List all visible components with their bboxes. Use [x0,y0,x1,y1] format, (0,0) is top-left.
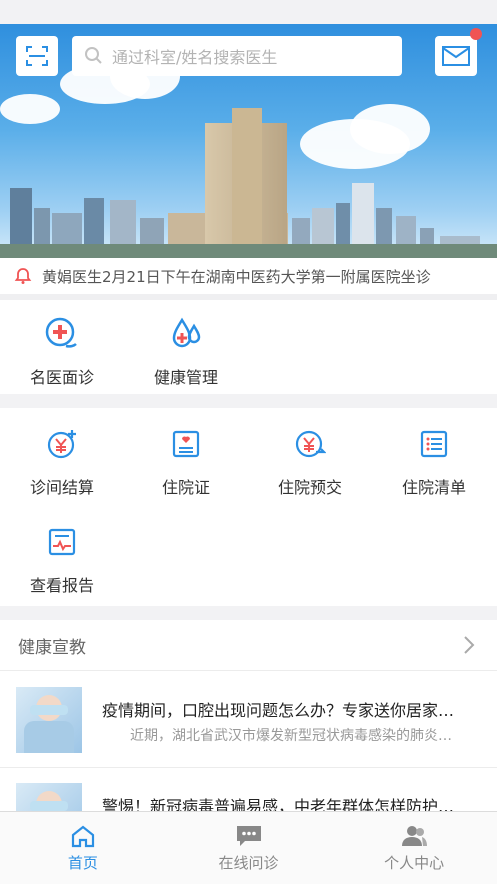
chevron-right-icon [464,636,475,654]
search-placeholder: 通过科室/姓名搜索医生 [112,48,278,67]
hospital-card-icon [172,430,200,458]
service-label: 诊间结算 [29,478,94,497]
notice-text: 黄娟医生2月21日下午在湖南中医药大学第一附属医院坐诊 [42,267,431,286]
service-health-management[interactable]: 健康管理 [124,314,248,388]
yuan-plus-icon [47,430,76,459]
service-view-report[interactable]: 查看报告 [0,522,124,596]
tab-personal-center[interactable]: 个人中心 [331,812,497,884]
search-input[interactable]: 通过科室/姓名搜索医生 [72,36,402,76]
chat-icon [236,825,261,846]
section-title: 健康宣教 [18,637,86,658]
health-drops-icon [172,317,201,348]
yuan-transfer-icon [295,430,326,458]
tab-label: 首页 [67,853,98,872]
service-hospital-list[interactable]: 住院清单 [372,424,496,498]
service-hospital-prepay[interactable]: 住院预交 [248,424,372,498]
unread-badge [470,28,482,40]
list-icon [420,430,448,458]
tab-label: 在线问诊 [218,853,279,872]
list-item[interactable]: 疫情期间，口腔出现问题怎么办？专家送你居家… 近期，湖北省武汉市爆发新型冠状病毒… [0,671,497,768]
user-icon [402,825,428,846]
service-label: 住院预交 [277,478,342,497]
primary-services: 名医面诊 健康管理 [0,300,497,394]
service-hospital-card[interactable]: 住院证 [124,424,248,498]
scan-button[interactable] [16,36,58,76]
service-label: 查看报告 [29,576,94,595]
home-icon [71,825,94,847]
report-icon [48,528,76,556]
doctor-consult-icon [45,317,77,348]
notice-bar[interactable]: 黄娟医生2月21日下午在湖南中医药大学第一附属医院坐诊 [0,258,497,300]
bell-icon [14,268,32,284]
bottom-tab-bar: 首页 在线问诊 个人中心 [0,811,497,884]
service-clinic-settlement[interactable]: 诊间结算 [0,424,124,498]
service-label: 名医面诊 [29,368,94,387]
search-icon [85,47,102,64]
service-doctor-consult[interactable]: 名医面诊 [0,314,124,388]
tab-label: 个人中心 [384,853,445,872]
service-label: 住院清单 [401,478,466,497]
article-thumbnail [16,687,82,753]
scan-icon [26,46,48,66]
secondary-services: 诊间结算 住院证 住院预交 住院清单 查看报告 [0,408,497,606]
service-label: 住院证 [161,478,210,497]
article-title: 疫情期间，口腔出现问题怎么办？专家送你居家… [102,701,455,720]
tab-online-consult[interactable]: 在线问诊 [166,812,332,884]
service-label: 健康管理 [153,368,218,387]
mail-icon [442,46,470,66]
mail-button[interactable] [435,36,477,76]
tab-home[interactable]: 首页 [0,812,166,884]
article-summary: 近期，湖北省武汉市爆发新型冠状病毒感染的肺炎… [130,728,452,744]
health-education-header[interactable]: 健康宣教 [0,620,497,671]
